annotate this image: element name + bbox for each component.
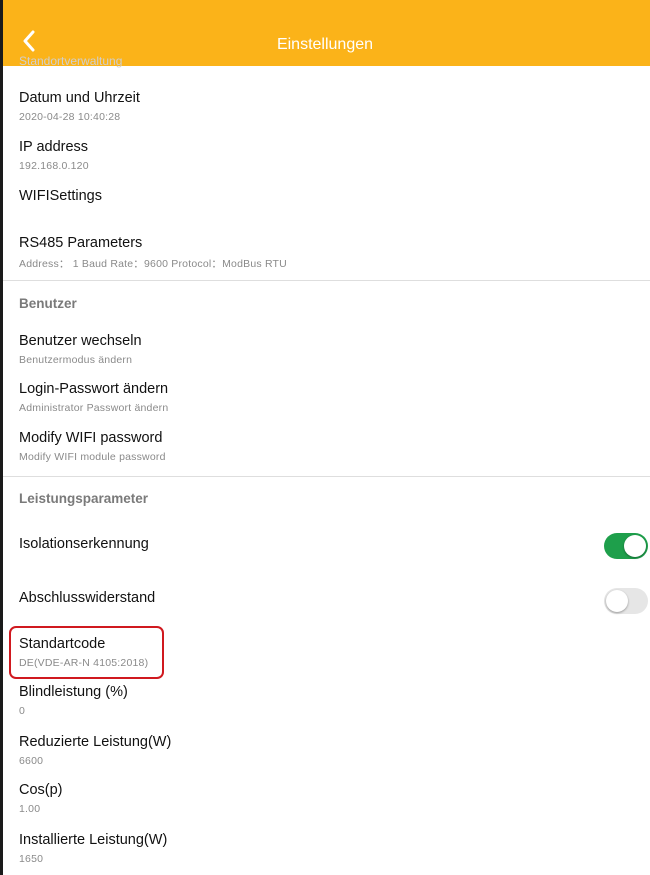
item-title: Datum und Uhrzeit — [19, 90, 140, 106]
item-subtitle: Modify WIFI module password — [19, 451, 166, 463]
divider — [3, 476, 650, 477]
list-item-datetime[interactable]: Datum und Uhrzeit 2020-04-28 10:40:28 — [19, 90, 140, 123]
item-subtitle: Address： 1 Baud Rate：9600 Protocol：ModBu… — [19, 258, 287, 270]
page-title: Einstellungen — [276, 36, 374, 53]
item-title: Blindleistung (%) — [19, 684, 128, 700]
highlight-box — [9, 626, 164, 679]
item-title: Abschlusswiderstand — [19, 590, 156, 606]
list-item-isolation-detection: Isolationserkennung — [19, 536, 149, 552]
list-item-rs485[interactable]: RS485 Parameters Address： 1 Baud Rate：96… — [19, 235, 287, 271]
item-title: WIFISettings — [19, 188, 102, 204]
list-item-reduced-power[interactable]: Reduzierte Leistung(W) 6600 — [19, 734, 171, 767]
window-edge — [0, 0, 3, 875]
list-item-termination-resistor: Abschlusswiderstand — [19, 590, 155, 606]
list-item-switch-user[interactable]: Benutzer wechseln Benutzermodus ändern — [19, 333, 142, 366]
isolation-detection-toggle[interactable] — [604, 533, 648, 559]
list-item-installed-power[interactable]: Installierte Leistung(W) 1650 — [19, 832, 167, 865]
item-title: Reduzierte Leistung(W) — [19, 734, 172, 750]
item-subtitle: Benutzermodus ändern — [19, 354, 133, 366]
item-title: IP address — [19, 139, 89, 155]
item-title: Benutzer wechseln — [19, 333, 142, 349]
section-header-leistungsparameter: Leistungsparameter — [19, 491, 149, 506]
list-item-cos-phi[interactable]: Cos(p) 1.00 — [19, 782, 63, 815]
divider — [3, 280, 650, 281]
list-item-change-password[interactable]: Login-Passwort ändern Administrator Pass… — [19, 381, 168, 414]
item-subtitle: 1.00 — [19, 803, 41, 815]
list-item-modify-wifi-password[interactable]: Modify WIFI password Modify WIFI module … — [19, 430, 166, 463]
item-subtitle: 0 — [19, 705, 26, 717]
item-title: RS485 Parameters — [19, 235, 143, 251]
item-subtitle: 6600 — [19, 755, 44, 767]
item-title: Cos(p) — [19, 782, 63, 798]
list-item-ip-address[interactable]: IP address 192.168.0.120 — [19, 139, 89, 172]
item-title: Login-Passwort ändern — [19, 381, 169, 397]
item-title: Modify WIFI password — [19, 430, 163, 446]
item-subtitle: 1650 — [19, 853, 44, 865]
toggle-knob — [624, 535, 646, 557]
list-item-wifi-settings[interactable]: WIFISettings — [19, 188, 102, 204]
item-subtitle: 2020-04-28 10:40:28 — [19, 111, 121, 123]
item-title: Installierte Leistung(W) — [19, 832, 168, 848]
section-header-benutzer: Benutzer — [19, 296, 77, 311]
item-title: Isolationserkennung — [19, 536, 149, 552]
partial-list-item: Standortverwaltung — [19, 54, 123, 68]
item-subtitle: Administrator Passwort ändern — [19, 402, 169, 414]
toggle-knob — [606, 590, 628, 612]
termination-resistor-toggle[interactable] — [604, 588, 648, 614]
item-subtitle: 192.168.0.120 — [19, 160, 89, 172]
list-item-reactive-power[interactable]: Blindleistung (%) 0 — [19, 684, 128, 717]
